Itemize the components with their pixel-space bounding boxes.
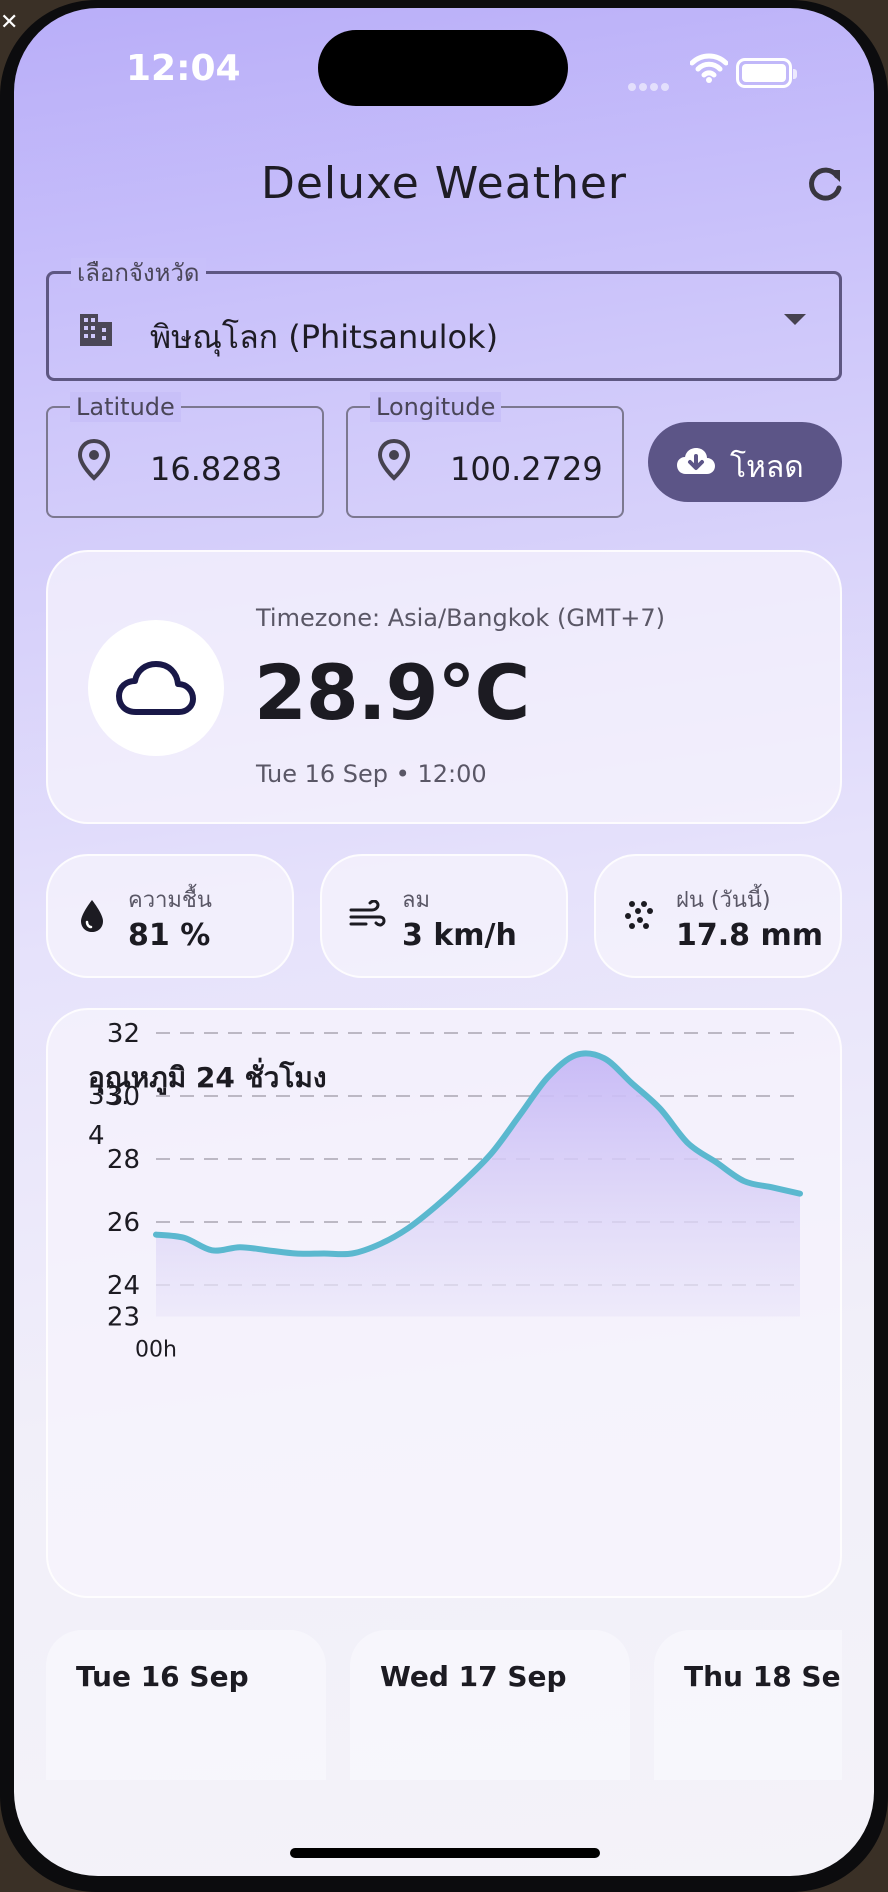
y-tick-label: 23 (107, 1303, 140, 1333)
day-card-title: Tue 16 Sep (76, 1660, 249, 1693)
x-tick-label: 00h (135, 1338, 177, 1363)
app-screen: 12:04 Deluxe Weather เลือกจังหวัด พิษณุโ… (14, 8, 874, 1876)
temperature-chart: 32302826242333.400h (88, 1019, 803, 1363)
day-card-title: Thu 18 Sep (684, 1660, 842, 1693)
day-card[interactable]: Tue 16 Sep (46, 1630, 326, 1780)
day-card[interactable]: Thu 18 Sep (654, 1630, 842, 1780)
y-max-label: 33. (88, 1081, 129, 1111)
y-tick-label: 32 (107, 1019, 140, 1049)
day-card-title: Wed 17 Sep (380, 1660, 567, 1693)
day-card[interactable]: Wed 17 Sep (350, 1630, 630, 1780)
y-tick-label: 24 (107, 1271, 140, 1301)
y-max-label: 4 (88, 1121, 105, 1151)
home-indicator[interactable] (290, 1848, 600, 1858)
y-tick-label: 26 (107, 1208, 140, 1238)
phone-frame: ✕ 12:04 Deluxe Weather เลือกจังหวัด พิษณ… (0, 0, 888, 1892)
temperature-area (156, 1053, 800, 1317)
y-tick-label: 28 (107, 1145, 140, 1175)
